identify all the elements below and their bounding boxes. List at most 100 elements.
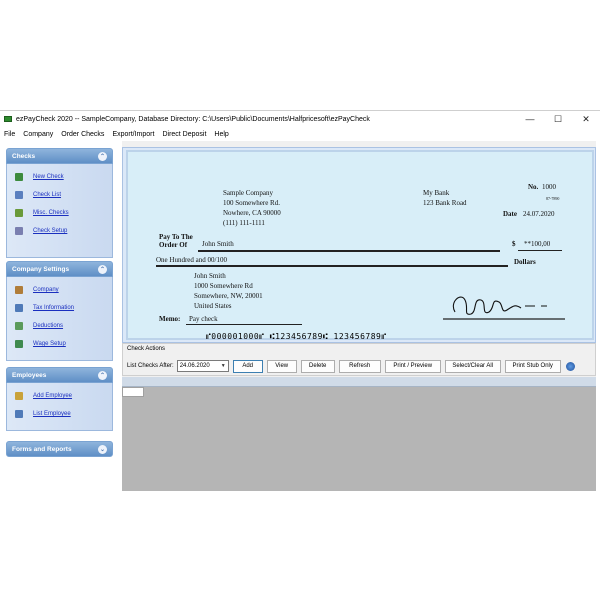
- check-list-icon: [15, 191, 23, 199]
- sidebar-item-check-setup[interactable]: Check Setup: [7, 222, 112, 240]
- sidebar-item-check-list[interactable]: Check List: [7, 186, 112, 204]
- help-icon[interactable]: [565, 361, 575, 371]
- window-title: ezPayCheck 2020 -- SampleCompany, Databa…: [16, 115, 370, 123]
- check-amount: **100,00: [524, 240, 551, 248]
- add-button[interactable]: Add: [232, 359, 263, 373]
- sidebar-item-label[interactable]: Wage Setup: [33, 341, 66, 347]
- grid-header: [122, 377, 596, 387]
- deductions-icon: [15, 322, 23, 330]
- list-checks-after-date-value: 24.06.2020: [179, 363, 210, 369]
- sidebar-item-misc-checks[interactable]: Misc. Checks: [7, 204, 112, 222]
- sidebar-item-company[interactable]: Company: [7, 281, 112, 299]
- payee-name-line: John Smith: [202, 240, 234, 248]
- sidebar-item-new-check[interactable]: New Check: [7, 168, 112, 186]
- maximize-button[interactable]: ☐: [544, 111, 572, 127]
- collapse-icon[interactable]: ⌃: [98, 371, 107, 380]
- memo-label: Memo:: [159, 315, 181, 323]
- select-clear-all-button[interactable]: Select/Clear All: [444, 359, 501, 373]
- chevron-down-icon[interactable]: ▼: [221, 363, 226, 369]
- refresh-button[interactable]: Refresh: [338, 359, 381, 373]
- menu-help[interactable]: Help: [210, 131, 232, 138]
- sidebar-item-label[interactable]: Deductions: [33, 323, 63, 329]
- memo-underline: [186, 324, 302, 325]
- close-button[interactable]: ✕: [572, 111, 600, 127]
- menu-bar: File Company Order Checks Export/Import …: [0, 128, 600, 140]
- add-employee-icon: [15, 392, 23, 400]
- company-settings-panel-body: Company Tax Information Deductions Wage …: [6, 277, 113, 361]
- minimize-button[interactable]: —: [516, 111, 544, 127]
- checks-panel-header[interactable]: Checks ⌃: [6, 148, 113, 164]
- sidebar-item-label[interactable]: New Check: [33, 174, 64, 180]
- print-preview-button[interactable]: Print / Preview: [384, 359, 441, 373]
- company-settings-panel: Company Settings ⌃ Company Tax Informati…: [6, 261, 113, 361]
- list-employee-icon: [15, 410, 23, 418]
- list-checks-after-date-picker[interactable]: 24.06.2020 ▼: [176, 360, 229, 372]
- forms-reports-panel-header[interactable]: Forms and Reports ⌄: [6, 441, 113, 457]
- company-settings-panel-header[interactable]: Company Settings ⌃: [6, 261, 113, 277]
- payee-underline: [198, 250, 500, 252]
- sidebar-item-add-employee[interactable]: Add Employee: [7, 387, 112, 405]
- pay-to-label-line-2: Order Of: [159, 241, 188, 249]
- employees-panel-body: Add Employee List Employee: [6, 383, 113, 431]
- menu-company[interactable]: Company: [19, 131, 57, 138]
- payee-address-line-1: 1000 Somewhere Rd: [194, 282, 253, 290]
- collapse-icon[interactable]: ⌃: [98, 265, 107, 274]
- company-address-line-1: 100 Somewhere Rd.: [223, 199, 280, 207]
- check-actions-group: Check Actions List Checks After: 24.06.2…: [122, 343, 596, 376]
- dollars-label: Dollars: [514, 258, 536, 266]
- checks-panel: Checks ⌃ New Check Check List Misc. Chec…: [6, 148, 113, 258]
- sidebar-item-label[interactable]: Company: [33, 287, 59, 293]
- bank-address: 123 Bank Road: [423, 199, 467, 207]
- payee-address-name: John Smith: [194, 272, 226, 280]
- sidebar-item-label[interactable]: Check List: [33, 192, 61, 198]
- menu-file[interactable]: File: [0, 131, 19, 138]
- check-actions-legend: Check Actions: [127, 346, 166, 352]
- employees-panel: Employees ⌃ Add Employee List Employee: [6, 367, 113, 431]
- sidebar-item-label[interactable]: Add Employee: [33, 393, 72, 399]
- sidebar-item-tax-information[interactable]: Tax Information: [7, 299, 112, 317]
- sidebar-item-label[interactable]: Misc. Checks: [33, 210, 69, 216]
- employees-panel-title: Employees: [12, 371, 47, 379]
- menu-direct-deposit[interactable]: Direct Deposit: [158, 131, 210, 138]
- routing-fraction: 87-7890: [546, 196, 560, 201]
- date-label: Date: [503, 210, 517, 218]
- check-number: 1000: [542, 183, 556, 191]
- company-settings-panel-title: Company Settings: [12, 265, 70, 273]
- amount-underline: [518, 250, 562, 251]
- delete-button[interactable]: Delete: [300, 359, 335, 373]
- sidebar-item-label[interactable]: List Employee: [33, 411, 71, 417]
- company-phone: (111) 111-1111: [223, 219, 265, 227]
- check-number-label: No.: [528, 183, 539, 191]
- menu-export-import[interactable]: Export/Import: [108, 131, 158, 138]
- company-name: Sample Company: [223, 189, 273, 197]
- pay-to-label-line-1: Pay To The: [159, 233, 193, 241]
- app-window: ezPayCheck 2020 -- SampleCompany, Databa…: [0, 110, 600, 491]
- view-button[interactable]: View: [266, 359, 297, 373]
- sidebar-item-label[interactable]: Tax Information: [33, 305, 74, 311]
- menu-order-checks[interactable]: Order Checks: [57, 131, 108, 138]
- wage-icon: [15, 340, 23, 348]
- check-preview-area: Sample Company 100 Somewhere Rd. Nowhere…: [122, 147, 596, 343]
- sidebar-item-wage-setup[interactable]: Wage Setup: [7, 335, 112, 353]
- check-list-grid[interactable]: [122, 377, 596, 491]
- sidebar-item-deductions[interactable]: Deductions: [7, 317, 112, 335]
- sidebar-item-label[interactable]: Check Setup: [33, 228, 67, 234]
- amount-in-words: One Hundred and 00/100: [156, 256, 227, 264]
- window-controls: — ☐ ✕: [516, 111, 600, 127]
- bank-name: My Bank: [423, 189, 450, 197]
- sidebar-item-list-employee[interactable]: List Employee: [7, 405, 112, 423]
- new-check-icon: [15, 173, 23, 181]
- grid-row-selector[interactable]: [122, 387, 144, 397]
- tax-icon: [15, 304, 23, 312]
- employees-panel-header[interactable]: Employees ⌃: [6, 367, 113, 383]
- app-icon: [4, 116, 12, 122]
- forms-reports-panel-title: Forms and Reports: [12, 445, 72, 453]
- list-checks-after-label: List Checks After:: [127, 363, 174, 369]
- sidebar: Checks ⌃ New Check Check List Misc. Chec…: [0, 141, 120, 491]
- print-stub-only-button[interactable]: Print Stub Only: [504, 359, 561, 373]
- collapse-icon[interactable]: ⌃: [98, 152, 107, 161]
- expand-icon[interactable]: ⌄: [98, 445, 107, 454]
- misc-checks-icon: [15, 209, 23, 217]
- checks-panel-body: New Check Check List Misc. Checks Check …: [6, 164, 113, 258]
- payee-country: United States: [194, 302, 232, 310]
